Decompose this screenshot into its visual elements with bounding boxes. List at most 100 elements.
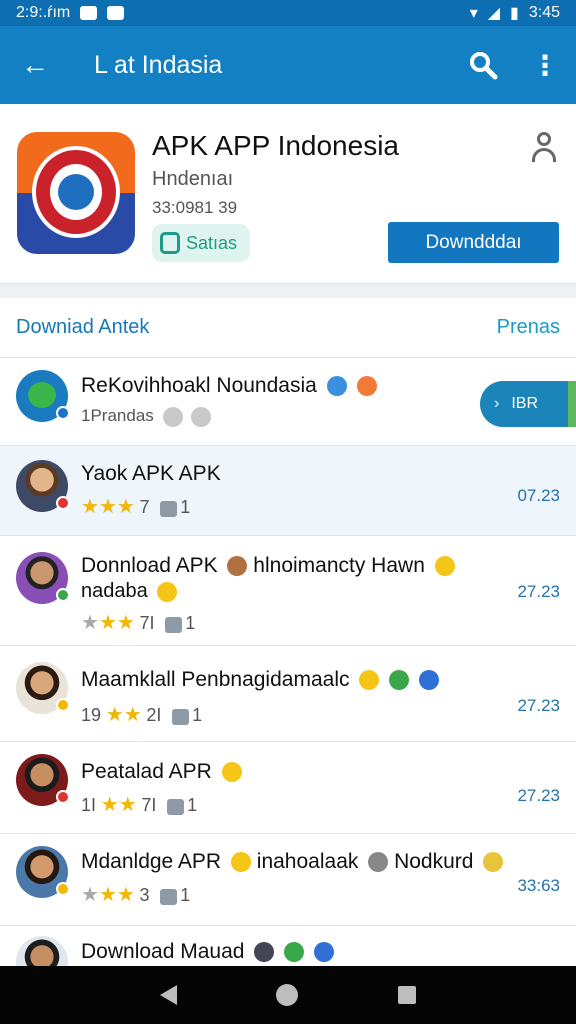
status-time: 2:9:.ŕım (16, 4, 71, 21)
avatar (16, 754, 70, 806)
list-item-title-line2: nadaba (81, 580, 148, 602)
nav-home-icon[interactable] (276, 984, 299, 1006)
emoji-icon-2 (157, 581, 178, 602)
open-pill-button[interactable]: › IBR (480, 381, 576, 427)
list-item-time: 07.23 (517, 486, 560, 505)
list-item[interactable]: Maamklall Penbnagidamaalc 19 ★★ 2I 1 27.… (0, 646, 576, 742)
status-chip-label: Satıas (186, 232, 238, 253)
emoji-icon (221, 762, 242, 783)
star-icon: ★ (123, 704, 142, 726)
nav-recents-icon[interactable] (398, 986, 417, 1004)
star-icon: ★ (100, 794, 119, 816)
list-item-title: ReKovihhoakl Noundasia (81, 374, 317, 397)
star-icon: ★ (116, 496, 135, 518)
emoji-icon (230, 852, 251, 873)
download-count: 1 (185, 613, 196, 633)
battery-icon: ▮ (510, 5, 519, 22)
list-item-time: 27.23 (517, 786, 560, 805)
avatar-emoji-icon (254, 942, 275, 963)
star-icon: ★ (98, 612, 117, 634)
download-count: 1 (192, 705, 203, 725)
download-count-icon (172, 708, 190, 725)
chat-icon (284, 942, 305, 963)
avatar (16, 936, 68, 966)
status-icon (162, 406, 183, 427)
download-count: 1 (180, 885, 191, 905)
person-icon[interactable] (529, 130, 559, 164)
avatar (16, 370, 70, 422)
list-item[interactable]: Download Mauad (0, 926, 576, 966)
app-header-card: APK APP Indonesia Hndenıaı 33:0981 39 Sa… (0, 104, 576, 284)
list-item-title-2: hlnoimancty Hawn (253, 554, 425, 577)
app-logo-seal (32, 146, 120, 238)
emoji-icon-2 (483, 852, 504, 873)
status-bar: 2:9:.ŕım ▾ ◢ ▮ 3:45 (0, 0, 576, 26)
app-logo (17, 132, 135, 254)
app-meta: 33:0981 39 (152, 198, 238, 217)
list-item-title-2: inahoalaak (256, 850, 359, 873)
list-item-time: 33:63 (517, 876, 560, 895)
list-item[interactable]: Peatalad APR 1I ★★ 7I 1 27.23 (0, 742, 576, 834)
list-item[interactable]: Yaok APK APK ★★★ 7 1 07.23 (0, 446, 576, 536)
list-item-title: Donnload APK (81, 554, 218, 577)
list-item-title: Peatalad APR (81, 760, 212, 783)
status-icon-2 (191, 406, 212, 427)
notification-icon (80, 6, 98, 20)
flag-icon (356, 376, 377, 397)
download-count-icon (165, 616, 183, 633)
rating-value: 7I (139, 613, 155, 633)
star-icon: ★ (81, 884, 99, 906)
list-item-title-3: Nodkurd (394, 850, 474, 873)
list-item-time: 27.23 (517, 582, 560, 601)
verified-icon (326, 376, 347, 397)
signal-icon: ◢ (487, 5, 501, 22)
avatar (16, 662, 70, 714)
list-item-title: Maamklall Penbnagidamaalc (81, 668, 350, 691)
app-publisher: Hndenıaı (152, 168, 234, 190)
open-pill-label: IBR (511, 395, 538, 412)
chevron-right-icon: › (494, 395, 500, 412)
star-icon: ★ (116, 612, 135, 634)
chat-icon (389, 670, 410, 691)
star-icon: ★ (105, 704, 124, 726)
rating-value: 3 (139, 885, 150, 905)
notification-icon-2 (107, 6, 125, 20)
avatar-emoji-icon (368, 852, 389, 873)
verified-icon (419, 670, 440, 691)
rating-value: 1I (81, 795, 97, 815)
rating-value: 19 (81, 705, 102, 725)
section-header: Downiad Antek Prenas (0, 298, 576, 358)
download-count-icon (160, 888, 178, 905)
list-item-time: 27.23 (517, 696, 560, 715)
download-count: 1 (180, 497, 191, 517)
emoji-icon (359, 670, 380, 691)
app-name: APK APP Indonesia (152, 130, 399, 161)
star-icon: ★ (118, 794, 137, 816)
smile-emoji-icon (434, 556, 455, 577)
rating-value-2: 2I (146, 705, 162, 725)
star-icon: ★ (81, 612, 99, 634)
list-item[interactable]: Donnload APK hlnoimancty Hawn nadaba ★★★… (0, 536, 576, 646)
lock-icon (160, 232, 180, 254)
emoji-icon (227, 556, 248, 577)
list-item[interactable]: Mdanldge APR inahoalaak Nodkurd ★★★ 3 1 … (0, 834, 576, 926)
status-clock: 3:45 (528, 4, 560, 21)
back-arrow-icon[interactable]: ← (0, 26, 70, 104)
download-count: 1 (187, 795, 198, 815)
status-chip[interactable]: Satıas (152, 224, 250, 262)
star-icon: ★ (98, 884, 117, 906)
app-bar-title: L at Indasia (94, 50, 223, 79)
download-count-icon (167, 798, 185, 815)
section-divider (0, 284, 576, 298)
section-link[interactable]: Prenas (497, 316, 560, 339)
avatar (16, 552, 70, 604)
section-title: Downiad Antek (16, 316, 150, 338)
rating-value: 7 (139, 497, 150, 517)
nav-back-icon[interactable] (159, 985, 177, 1005)
star-icon: ★ (81, 496, 99, 518)
download-button[interactable]: Downdddaı (388, 222, 559, 263)
more-vert-icon[interactable]: ⋮ (514, 26, 576, 104)
search-icon[interactable] (452, 26, 514, 104)
list-item-title: Download Mauad (81, 940, 245, 963)
list-item-title: Mdanldge APR (81, 850, 222, 873)
